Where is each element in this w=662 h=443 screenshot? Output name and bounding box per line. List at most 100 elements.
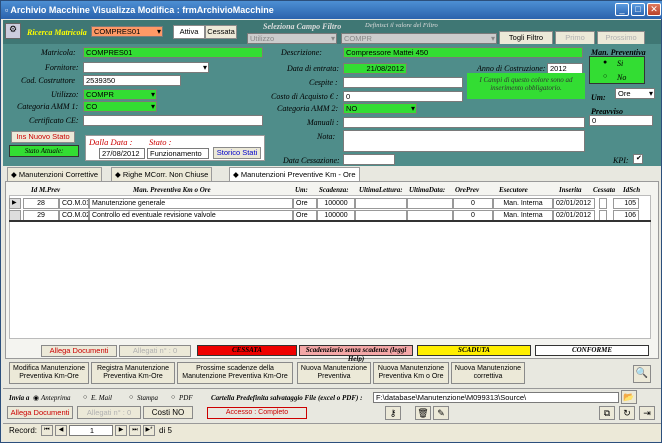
email-radio[interactable]: ○ [83,394,87,401]
campo-filtro-select[interactable]: Utilizzo [247,33,337,44]
fornitore-label: Fornitore: [45,63,79,72]
nota-textarea[interactable] [343,130,585,152]
data-entrata-input[interactable]: 21/08/2012 [343,63,407,74]
last-record-icon[interactable]: ⏭ [129,425,141,436]
table-row[interactable]: ▶ 28 CO.M.01 Manutenzione generale Ore 1… [9,198,651,209]
descrizione-input[interactable]: Compressore Mattei 450 [343,47,583,58]
cell-idsch[interactable]: 105 [613,198,639,209]
prossime-scadenze-button[interactable]: Prossime scadenze della Manutenzione Pre… [177,362,293,384]
allegati-button[interactable]: Allegati n° : 0 [77,406,141,419]
anteprima-radio[interactable]: ◉ [33,394,39,402]
togli-filtro-button[interactable]: Togli Filtro [499,31,553,45]
nuova-manutenzione-km-ore-button[interactable]: Nuova Manutenzione Preventiva Km o Ore [373,362,449,384]
fornitore-select[interactable] [83,62,209,73]
copy-icon[interactable]: ⧉ [599,406,615,420]
categoria-amm2-select[interactable]: NO [343,103,417,114]
key-icon[interactable]: ⚷ [385,406,401,420]
kpi-label: KPI: [613,156,629,165]
cell-descr[interactable]: Manutenzione generale [89,198,293,209]
trash-icon[interactable]: 🗑 [415,406,431,420]
stampa-radio[interactable]: ○ [129,394,133,401]
col-oreprev: OrePrev [455,186,480,194]
prev-record-icon[interactable]: ◀ [55,425,67,436]
matricola-input[interactable]: COMPRES01 [83,47,263,58]
new-record-icon[interactable]: ▶* [143,425,155,436]
ins-nuovo-stato-button[interactable]: Ins Nuovo Stato [11,131,75,143]
cartella-input[interactable]: F:\database\Manutenzione\M099313\Source\ [373,392,619,403]
legend-scaduta: SCADUTA [417,345,531,356]
refresh-icon[interactable]: ↻ [619,406,635,420]
utilizzo-select[interactable]: COMPR [83,89,157,100]
col-idsch: IdSch [623,186,641,194]
tab-righe-mcorr[interactable]: ◆ Righe MCorr. Non Chiuse [111,167,213,181]
dalla-data-input[interactable]: 27/08/2012 [99,148,145,159]
costo-acquisto-input[interactable]: 0 [343,91,463,102]
allega-documenti-grid-button[interactable]: Allega Documenti [41,345,117,357]
folder-icon[interactable]: 📂 [621,390,637,404]
cell-esecutore[interactable]: Man. Interna [493,198,553,209]
ricerca-matricola-select[interactable]: COMPRES01 [91,26,163,37]
preavviso-input[interactable]: 0 [589,115,653,126]
cell-um[interactable]: Ore [293,198,317,209]
stato-label: Stato : [149,137,172,147]
exit-icon[interactable]: ⇥ [639,406,655,420]
maximize-button[interactable]: □ [631,3,645,16]
record-number-input[interactable]: 1 [69,425,113,436]
valore-filtro-select[interactable]: COMPR [341,33,497,44]
col-scadenza: Scadenza: [319,186,349,194]
certificato-ce-input[interactable] [83,115,263,126]
tab-label: Manutenzioni Correttive [18,170,99,179]
attiva-toggle[interactable]: Attiva [173,25,205,39]
app-logo-icon[interactable]: ⚙ [5,23,21,39]
tab-manutenzioni-correttive[interactable]: ◆ Manutenzioni Correttive [7,167,103,181]
storico-stati-button[interactable]: Storico Stati [213,147,261,159]
primo-button[interactable]: Primo [555,31,595,45]
certificato-ce-label: Certificato CE: [29,116,79,125]
record-count: di 5 [159,426,172,435]
kpi-checkbox[interactable]: ✔ [633,154,643,164]
cell-ultima-data[interactable] [407,198,453,209]
cell-oreprev[interactable]: 0 [453,198,493,209]
manuali-input[interactable] [343,117,585,128]
nuova-manutenzione-correttiva-button[interactable]: Nuova Manutenzione correttiva [451,362,525,384]
cespite-input[interactable] [343,77,463,88]
stampa-label: Stampa [137,394,158,402]
categoria-amm1-select[interactable]: CO [83,101,157,112]
no-radio[interactable]: ○ [603,73,607,80]
col-ultima-data: UltimaData: [409,186,446,194]
pdf-radio[interactable]: ○ [171,394,175,401]
edit-icon[interactable]: ✎ [433,406,449,420]
cell-id[interactable]: 28 [23,198,59,209]
cell-ultima-lettura[interactable] [355,198,407,209]
si-radio[interactable]: ● [603,59,607,66]
stato-attuale-label: Stato Attuale: [9,145,79,157]
anteprima-label: Anteprima [41,394,71,402]
seleziona-campo-label: Seleziona Campo Filtro [263,22,342,31]
row-selector-icon[interactable]: ▶ [9,198,21,209]
stato-input[interactable]: Funzionamento [147,148,209,159]
first-record-icon[interactable]: ⏮ [41,425,53,436]
legend-conforme: CONFORME [535,345,649,356]
minimize-button[interactable]: _ [615,3,629,16]
cell-codice[interactable]: CO.M.01 [59,198,89,209]
costi-button[interactable]: Costi NO [143,406,193,419]
close-button[interactable]: ✕ [647,3,661,16]
preview-icon[interactable]: 🔍 [633,365,651,383]
cell-scadenza[interactable]: 100000 [317,198,355,209]
data-cessazione-input[interactable] [343,154,395,165]
allega-documenti-button[interactable]: Allega Documenti [7,406,73,419]
cell-inserita[interactable]: 02/01/2012 [553,198,595,209]
modifica-manutenzione-button[interactable]: Modifica Manutenzione Preventiva Km-Ore [9,362,89,384]
cell-cessata-checkbox[interactable] [599,198,607,209]
cod-costruttore-label: Cod. Costruttore [21,76,75,85]
tab-manutenzioni-preventive[interactable]: ◆ Manutenzioni Preventive Km - Ore [229,167,360,182]
allegati-grid-button[interactable]: Allegati n° : 0 [119,345,191,357]
next-record-icon[interactable]: ▶ [115,425,127,436]
cessata-toggle[interactable]: Cessata [205,25,237,39]
registra-manutenzione-button[interactable]: Registra Manutenzione Preventiva Km-Ore [91,362,175,384]
nuova-manutenzione-preventiva-button[interactable]: Nuova Manutenzione Preventiva [297,362,371,384]
cod-costruttore-input[interactable]: 2539350 [83,75,181,86]
prossimo-button[interactable]: Prossimo [597,31,645,45]
um-select[interactable]: Ore [615,88,655,99]
col-esecutore: Esecutore [499,186,528,194]
